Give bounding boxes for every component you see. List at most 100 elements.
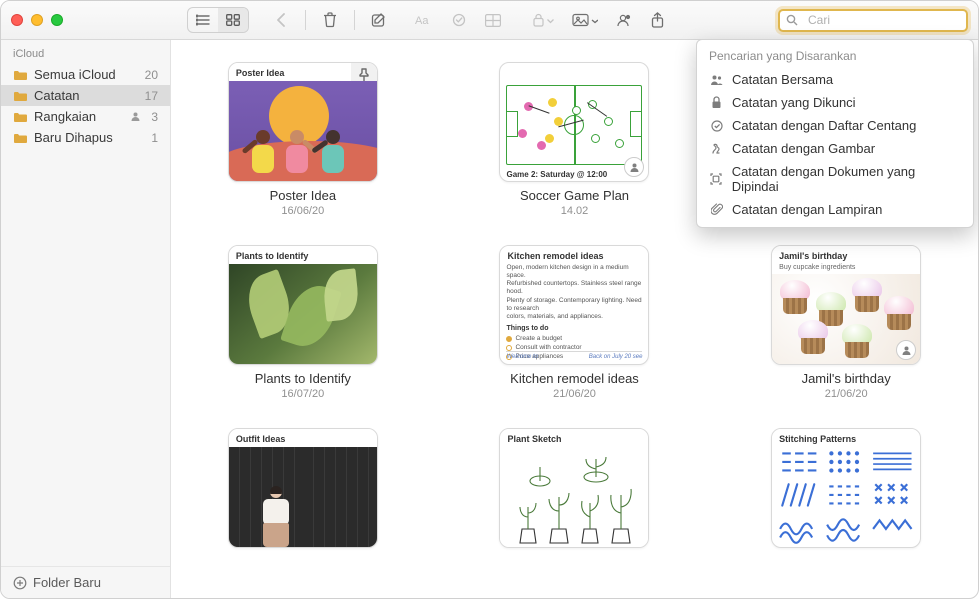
sidebar-item-label: Catatan xyxy=(34,88,80,103)
scan-icon xyxy=(709,173,724,185)
note-title: Kitchen remodel ideas xyxy=(510,371,639,386)
gallery-view-button[interactable] xyxy=(218,8,248,32)
sidebar-item-count: 17 xyxy=(145,89,158,103)
suggestion-label: Catatan dengan Daftar Centang xyxy=(732,118,916,133)
suggestions-header: Pencarian yang Disarankan xyxy=(697,46,973,68)
folder-icon xyxy=(13,111,28,123)
thumb-header: Plant Sketch xyxy=(500,429,648,449)
close-window-button[interactable] xyxy=(11,14,23,26)
search-field-wrap xyxy=(778,9,968,32)
sidebar-item-notes[interactable]: Catatan 17 xyxy=(1,85,170,106)
lock-icon xyxy=(709,96,724,109)
suggestion-label: Catatan dengan Gambar xyxy=(732,141,875,156)
sidebar-item-label: Semua iCloud xyxy=(34,67,116,82)
lock-button[interactable] xyxy=(525,8,561,32)
search-field[interactable] xyxy=(778,9,968,32)
note-date: 21/06/20 xyxy=(825,388,868,400)
compose-button[interactable] xyxy=(365,8,393,32)
sidebar-item-count: 20 xyxy=(145,68,158,82)
note-card[interactable]: Game 2: Saturday @ 12:00 Soccer Game Pla… xyxy=(469,62,681,217)
thumb-header: Plants to Identify xyxy=(229,246,377,266)
suggestion-item-drawing[interactable]: Catatan dengan Gambar xyxy=(697,137,973,160)
shared-icon xyxy=(624,157,644,177)
sidebar-item-trash[interactable]: Baru Dihapus 1 xyxy=(1,127,170,148)
svg-text:Aa: Aa xyxy=(415,15,429,27)
note-card[interactable]: Kitchen remodel ideas Open, modern kitch… xyxy=(469,245,681,400)
note-thumbnail: Stitching Patterns xyxy=(771,428,921,548)
note-thumbnail: Jamil's birthdayBuy cupcake ingredients xyxy=(771,245,921,365)
share-button[interactable] xyxy=(643,8,671,32)
people-icon xyxy=(709,74,724,86)
new-folder-button[interactable]: Folder Baru xyxy=(1,566,170,598)
note-title: Plants to Identify xyxy=(255,371,351,386)
thumb-header: Jamil's birthdayBuy cupcake ingredients xyxy=(772,246,920,276)
search-icon xyxy=(786,14,798,26)
thumb-header: Kitchen remodel ideas xyxy=(500,246,648,266)
note-card[interactable]: Jamil's birthdayBuy cupcake ingredients … xyxy=(740,245,952,400)
suggestion-item-locked[interactable]: Catatan yang Dikunci xyxy=(697,91,973,114)
note-thumbnail: Poster Idea xyxy=(228,62,378,182)
checklist-icon xyxy=(709,120,724,132)
sidebar-item-label: Rangkaian xyxy=(34,109,96,124)
paperclip-icon xyxy=(709,203,724,216)
thumb-footer: Game 2: Saturday @ 12:00 xyxy=(506,170,607,179)
media-button[interactable] xyxy=(567,8,603,32)
search-suggestions-popover: Pencarian yang Disarankan Catatan Bersam… xyxy=(696,39,974,228)
sidebar-item-count: 1 xyxy=(151,131,158,145)
table-button[interactable] xyxy=(479,8,507,32)
thumb-header: Stitching Patterns xyxy=(772,429,920,449)
note-thumbnail: Plant Sketch xyxy=(499,428,649,548)
note-card[interactable]: Outfit Ideas xyxy=(197,428,409,548)
folder-icon xyxy=(13,69,28,81)
format-button[interactable]: Aa xyxy=(411,8,439,32)
note-card[interactable]: Plant Sketch xyxy=(469,428,681,548)
search-input[interactable] xyxy=(808,13,963,27)
thumb-header: Outfit Ideas xyxy=(229,429,377,449)
plus-circle-icon xyxy=(13,576,27,590)
toolbar-divider xyxy=(354,10,355,30)
note-thumbnail: Outfit Ideas xyxy=(228,428,378,548)
suggestion-label: Catatan yang Dikunci xyxy=(732,95,856,110)
note-date: 16/06/20 xyxy=(281,205,324,217)
list-view-button[interactable] xyxy=(188,8,218,32)
sidebar: iCloud Semua iCloud 20 Catatan 17 Rangka… xyxy=(1,40,171,598)
note-title: Jamil's birthday xyxy=(802,371,891,386)
note-date: 21/06/20 xyxy=(553,388,596,400)
suggestion-item-shared[interactable]: Catatan Bersama xyxy=(697,68,973,91)
note-card[interactable]: Stitching Patterns xyxy=(740,428,952,548)
note-title: Soccer Game Plan xyxy=(520,188,629,203)
sidebar-item-shared[interactable]: Rangkaian 3 xyxy=(1,106,170,127)
sidebar-item-all-icloud[interactable]: Semua iCloud 20 xyxy=(1,64,170,85)
drawing-icon xyxy=(709,143,724,155)
minimize-window-button[interactable] xyxy=(31,14,43,26)
note-card[interactable]: Poster Idea Poster Idea 16/06/20 xyxy=(197,62,409,217)
suggestion-label: Catatan Bersama xyxy=(732,72,833,87)
view-mode-segment xyxy=(187,7,249,33)
thumb-body-text: Open, modern kitchen design in a medium … xyxy=(506,264,642,358)
back-button[interactable] xyxy=(267,8,295,32)
note-thumbnail: Kitchen remodel ideas Open, modern kitch… xyxy=(499,245,649,365)
suggestion-item-checklist[interactable]: Catatan dengan Daftar Centang xyxy=(697,114,973,137)
toolbar-divider xyxy=(305,10,306,30)
note-thumbnail: Game 2: Saturday @ 12:00 xyxy=(499,62,649,182)
note-card[interactable]: Plants to Identify Plants to Identify 16… xyxy=(197,245,409,400)
folder-icon xyxy=(13,132,28,144)
suggestion-label: Catatan dengan Dokumen yang Dipindai xyxy=(732,164,961,194)
note-date: 14.02 xyxy=(561,205,589,217)
note-title: Poster Idea xyxy=(270,188,337,203)
suggestion-item-attachment[interactable]: Catatan dengan Lampiran xyxy=(697,198,973,221)
window-controls xyxy=(11,14,63,26)
zoom-window-button[interactable] xyxy=(51,14,63,26)
note-thumbnail: Plants to Identify xyxy=(228,245,378,365)
sidebar-item-count: 3 xyxy=(151,110,158,124)
titlebar: Aa xyxy=(1,1,978,40)
delete-button[interactable] xyxy=(316,8,344,32)
suggestion-item-scanned[interactable]: Catatan dengan Dokumen yang Dipindai xyxy=(697,160,973,198)
folder-icon xyxy=(13,90,28,102)
collaborate-button[interactable] xyxy=(609,8,637,32)
app-window: Aa xyxy=(0,0,979,599)
sidebar-item-label: Baru Dihapus xyxy=(34,130,113,145)
checklist-button[interactable] xyxy=(445,8,473,32)
note-date: 16/07/20 xyxy=(281,388,324,400)
suggestion-label: Catatan dengan Lampiran xyxy=(732,202,882,217)
